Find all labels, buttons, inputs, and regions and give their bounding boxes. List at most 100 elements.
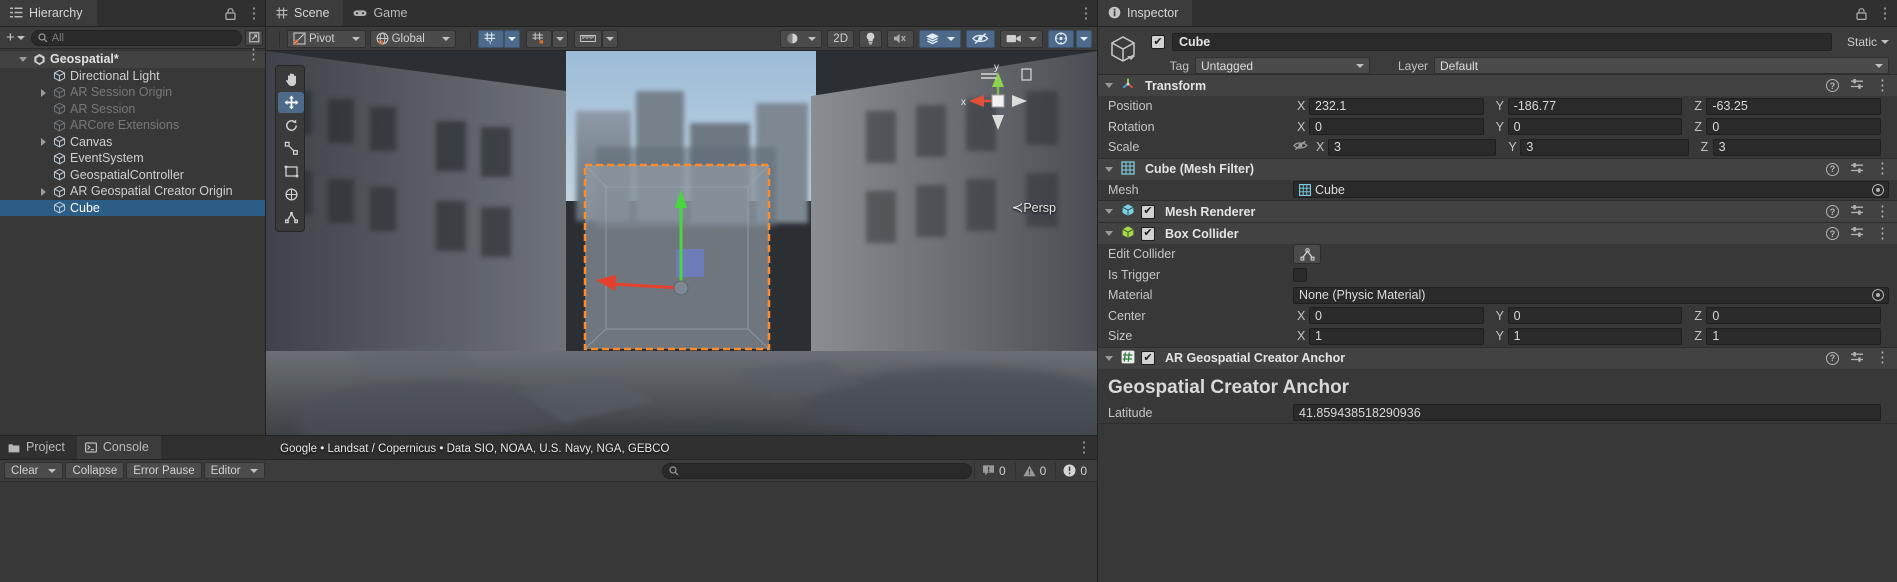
rotation-y-input[interactable]: 0 — [1507, 118, 1683, 136]
scene-menu-icon[interactable]: ⋮ — [1078, 5, 1094, 22]
gizmos-dropdown-button[interactable] — [1076, 29, 1092, 48]
tab-game[interactable]: Game — [343, 0, 422, 26]
help-icon[interactable]: ? — [1826, 205, 1839, 218]
console-search-input[interactable] — [661, 462, 972, 479]
console-menu-icon[interactable]: ⋮ — [1076, 439, 1092, 456]
tag-dropdown[interactable]: Untagged — [1195, 57, 1370, 74]
scene-visibility-button[interactable] — [966, 29, 995, 48]
scene-viewport[interactable]: y x ≺Persp Google • Landsat / Copernicus… — [266, 51, 1098, 463]
scene-camera-button[interactable] — [1000, 29, 1043, 48]
lock-icon[interactable] — [222, 5, 238, 22]
component-foldout-icon[interactable] — [1104, 228, 1115, 239]
hierarchy-item-ar-geospatial-creator-origin[interactable]: AR Geospatial Creator Origin — [0, 183, 266, 200]
expand-arrow-icon[interactable] — [18, 54, 29, 65]
component-enabled-checkbox[interactable] — [1141, 204, 1155, 219]
component-enabled-checkbox[interactable] — [1141, 226, 1155, 241]
component-menu-icon[interactable]: ⋮ — [1875, 226, 1890, 241]
hierarchy-search-input[interactable]: All — [30, 29, 242, 46]
component-menu-icon[interactable]: ⋮ — [1875, 350, 1890, 365]
static-toggle[interactable]: Static — [1847, 35, 1889, 49]
component-foldout-icon[interactable] — [1104, 164, 1115, 175]
center-z-input[interactable]: 0 — [1706, 307, 1882, 325]
hierarchy-item-cube[interactable]: Cube — [0, 199, 266, 216]
component-header-mesh-renderer[interactable]: Mesh Renderer?⋮ — [1098, 201, 1897, 222]
center-y-input[interactable]: 0 — [1507, 307, 1683, 325]
rotate-tool[interactable] — [278, 115, 304, 136]
warning-count-badge[interactable]: 0 — [1014, 462, 1054, 479]
ruler-dropdown-button[interactable] — [601, 29, 618, 48]
scale-z-input[interactable]: 3 — [1712, 138, 1881, 156]
tab-hierarchy[interactable]: Hierarchy — [0, 0, 97, 26]
hierarchy-item-ar-session[interactable]: AR Session — [0, 101, 266, 118]
hierarchy-sort-button[interactable] — [245, 29, 263, 46]
error-count-badge[interactable]: 0 — [1055, 462, 1094, 479]
ruler-button[interactable] — [573, 29, 602, 48]
hand-tool[interactable] — [278, 69, 304, 90]
object-picker-icon[interactable] — [1872, 289, 1884, 302]
gameobject-enabled-checkbox[interactable] — [1151, 35, 1165, 49]
scene-audio-button[interactable] — [887, 29, 914, 48]
component-header-cube-mesh-filter[interactable]: Cube (Mesh Filter)? ⋮ — [1098, 158, 1897, 180]
preset-icon[interactable] — [1850, 351, 1864, 366]
center-x-input[interactable]: 0 — [1309, 307, 1484, 325]
rotation-z-input[interactable]: 0 — [1706, 118, 1882, 136]
tab-inspector[interactable]: Inspector — [1098, 0, 1193, 26]
scene-fx-button[interactable] — [919, 29, 961, 48]
layer-dropdown[interactable]: Default — [1434, 57, 1889, 74]
hierarchy-item-geospatialcontroller[interactable]: GeospatialController — [0, 167, 266, 184]
hierarchy-item-geospatial[interactable]: Geospatial* ⋮ — [0, 47, 266, 68]
scale-tool[interactable] — [278, 138, 304, 159]
snap-dropdown-button[interactable] — [551, 29, 568, 48]
component-enabled-checkbox[interactable] — [1141, 351, 1155, 365]
gameobject-icon-wrap[interactable] — [1108, 34, 1144, 70]
edit-collider-button[interactable] — [1293, 244, 1321, 265]
add-gameobject-button[interactable]: + — [3, 29, 28, 46]
gameobject-icon-chevron-down-icon[interactable] — [1127, 56, 1135, 60]
grid-dropdown-button[interactable] — [503, 29, 520, 48]
scene-orientation-gizmo[interactable]: y x — [960, 62, 1036, 139]
preset-icon[interactable] — [1850, 78, 1864, 93]
scene-gizmos-button[interactable] — [1048, 29, 1074, 48]
latitude-input[interactable]: 41.859438518290936 — [1293, 404, 1881, 422]
hierarchy-item-eventsystem[interactable]: EventSystem — [0, 150, 266, 167]
hierarchy-item-menu-icon[interactable]: ⋮ — [246, 47, 261, 62]
position-z-input[interactable]: -63.25 — [1706, 97, 1882, 115]
hierarchy-item-directional-light[interactable]: Directional Light — [0, 68, 266, 85]
scale-lock-icon[interactable] — [1293, 140, 1308, 151]
grid-axis-button[interactable]: Y — [477, 29, 504, 48]
object-field-material[interactable]: None (Physic Material) — [1293, 286, 1889, 304]
size-x-input[interactable]: 1 — [1309, 327, 1484, 345]
help-icon[interactable]: ? — [1826, 227, 1839, 240]
scene-inspector-splitter[interactable] — [1097, 0, 1098, 582]
inspector-lock-icon[interactable] — [1853, 5, 1869, 22]
editor-dropdown-button[interactable]: Editor — [203, 462, 265, 479]
inspector-menu-icon[interactable]: ⋮ — [1877, 5, 1893, 22]
rect-tool[interactable] — [278, 161, 304, 182]
global-button[interactable]: Global — [369, 29, 456, 48]
component-header-transform[interactable]: Transform? ⋮ — [1098, 75, 1897, 96]
component-foldout-icon[interactable] — [1104, 80, 1115, 91]
hierarchy-item-arcore-extensions[interactable]: ARCore Extensions — [0, 117, 266, 134]
preset-icon[interactable] — [1850, 226, 1864, 241]
component-foldout-icon[interactable] — [1104, 353, 1115, 364]
scale-y-input[interactable]: 3 — [1520, 138, 1689, 156]
perspective-label[interactable]: ≺Persp — [1012, 199, 1056, 216]
error-pause-button[interactable]: Error Pause — [126, 462, 202, 479]
rotation-x-input[interactable]: 0 — [1309, 118, 1484, 136]
component-menu-icon[interactable]: ⋮ — [1875, 204, 1890, 219]
help-icon[interactable]: ? — [1826, 79, 1839, 92]
expand-arrow-icon[interactable] — [38, 186, 49, 197]
move-tool[interactable] — [278, 92, 304, 113]
gameobject-name-input[interactable]: Cube — [1172, 33, 1832, 51]
scene-lighting-button[interactable] — [859, 29, 882, 48]
hierarchy-scene-splitter[interactable] — [265, 0, 266, 436]
tab-scene[interactable]: Scene — [266, 0, 344, 26]
position-x-input[interactable]: 232.1 — [1309, 97, 1484, 115]
component-menu-icon[interactable]: ⋮ — [1875, 78, 1890, 93]
object-picker-icon[interactable] — [1872, 183, 1884, 196]
expand-arrow-icon[interactable] — [38, 87, 49, 98]
hierarchy-menu-icon[interactable]: ⋮ — [246, 5, 262, 22]
component-menu-icon[interactable]: ⋮ — [1875, 161, 1890, 176]
preset-icon[interactable] — [1850, 162, 1864, 177]
hierarchy-item-ar-session-origin[interactable]: AR Session Origin — [0, 84, 266, 101]
